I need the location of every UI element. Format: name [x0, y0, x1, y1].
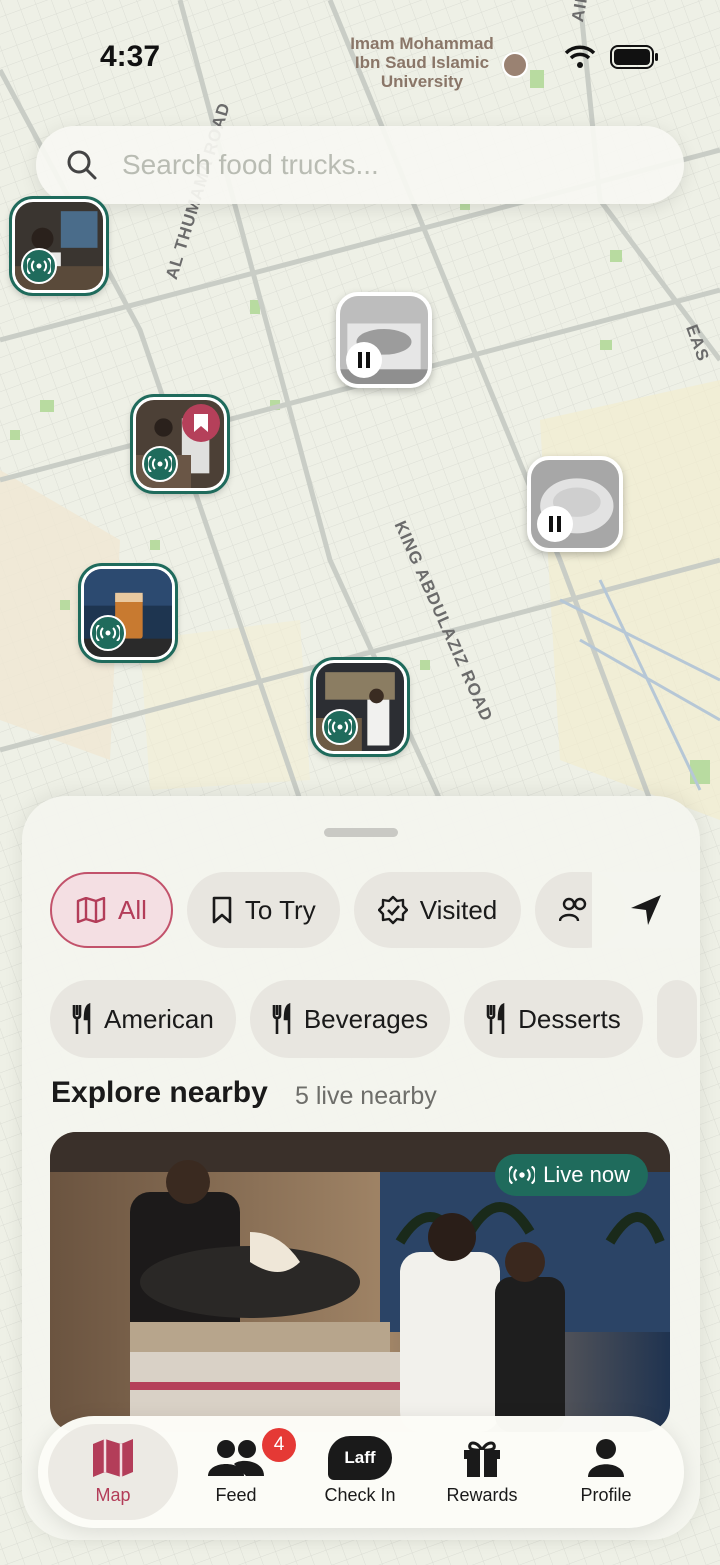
food-truck-pin[interactable]: [9, 196, 109, 296]
food-truck-pin[interactable]: [130, 394, 230, 494]
bookmarked-badge: [182, 404, 220, 442]
live-now-badge: Live now: [495, 1154, 648, 1196]
live-badge: [322, 709, 358, 745]
broadcast-icon: [27, 258, 51, 274]
filter-chip-all[interactable]: All: [50, 872, 173, 948]
graduation-cap-icon[interactable]: [502, 52, 528, 78]
status-icons: [564, 44, 660, 70]
filter-chip-label: All: [118, 894, 147, 925]
category-chip-desserts[interactable]: Desserts: [464, 980, 643, 1058]
search-icon: [67, 150, 97, 180]
explore-live-count: 5 live nearby: [295, 1082, 437, 1110]
category-chip-beverages[interactable]: Beverages: [249, 980, 451, 1058]
map-icon: [93, 1439, 133, 1477]
explore-title: Explore nearby: [51, 1076, 268, 1109]
filter-chip-label: To Try: [244, 894, 316, 925]
tab-label: Rewards: [446, 1485, 518, 1505]
live-badge: [21, 248, 57, 284]
category-chips: American Beverages Desserts: [50, 980, 697, 1058]
live-badge: [142, 446, 178, 482]
status-time: 4:37: [100, 40, 161, 73]
food-truck-pin[interactable]: [78, 563, 178, 663]
bookmark-icon: [212, 896, 232, 924]
tab-map[interactable]: Map: [48, 1424, 178, 1520]
search-input[interactable]: [122, 149, 642, 181]
category-chip-label: American: [104, 1003, 214, 1034]
poi-label[interactable]: Imam Mohammad Ibn Saud Islamic Universit…: [342, 34, 502, 91]
laff-logo-icon: Laff: [328, 1436, 392, 1480]
sheet-drag-handle[interactable]: [324, 828, 398, 837]
search-bar[interactable]: [36, 126, 684, 204]
broadcast-icon: [96, 625, 120, 641]
category-chip-label: Beverages: [303, 1003, 429, 1034]
tab-check-in[interactable]: Laff Check In: [295, 1424, 425, 1520]
food-truck-pin[interactable]: [527, 456, 623, 552]
bottom-tab-bar: Map Feed 4 Laff Check In Rewards Profile: [38, 1416, 684, 1528]
filter-chip-visited[interactable]: Visited: [353, 872, 522, 948]
live-now-label: Live now: [543, 1162, 630, 1187]
paused-badge: [346, 342, 382, 378]
tab-profile[interactable]: Profile: [541, 1424, 671, 1520]
tab-label: Feed: [215, 1485, 257, 1505]
notification-badge: 4: [262, 1428, 296, 1462]
live-badge: [90, 615, 126, 651]
category-chip-american[interactable]: American: [50, 980, 236, 1058]
broadcast-icon: [509, 1166, 536, 1184]
pause-icon: [549, 516, 561, 532]
utensils-icon: [72, 1003, 91, 1034]
locate-me-button[interactable]: [592, 872, 700, 948]
filter-chips: All To Try Visited: [50, 872, 626, 948]
food-truck-pin[interactable]: [310, 657, 410, 757]
map-icon: [76, 897, 106, 923]
battery-icon: [610, 45, 658, 69]
people-icon: [559, 897, 587, 922]
tab-label: Check In: [324, 1485, 396, 1505]
broadcast-icon: [328, 719, 352, 735]
people-icon: [208, 1440, 264, 1476]
tab-label: Map: [95, 1485, 131, 1505]
filter-chip-to-try[interactable]: To Try: [186, 872, 340, 948]
bookmark-icon: [194, 414, 208, 432]
category-chip-label: Desserts: [518, 1003, 621, 1034]
utensils-icon: [272, 1003, 291, 1034]
pause-icon: [358, 352, 370, 368]
gift-icon: [464, 1441, 500, 1477]
verified-badge-icon: [377, 895, 408, 925]
person-icon: [588, 1439, 624, 1477]
paused-badge: [537, 506, 573, 542]
location-arrow-icon: [631, 895, 661, 925]
category-chip-more[interactable]: [656, 980, 697, 1058]
tab-rewards[interactable]: Rewards: [417, 1424, 547, 1520]
food-truck-pin[interactable]: [336, 292, 432, 388]
wifi-icon: [564, 45, 596, 68]
filter-chip-label: Visited: [419, 894, 498, 925]
broadcast-icon: [148, 456, 172, 472]
food-truck-card[interactable]: Live now: [50, 1132, 670, 1432]
utensils-icon: [486, 1003, 505, 1034]
tab-label: Profile: [580, 1485, 632, 1505]
